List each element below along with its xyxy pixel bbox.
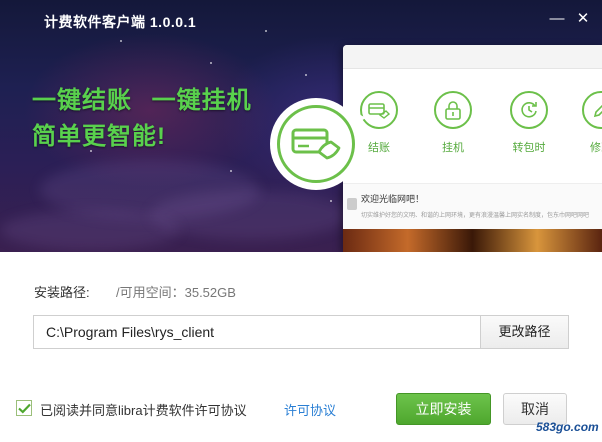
checkmark-icon bbox=[17, 403, 31, 414]
feature-switch-package: 转包时 bbox=[509, 91, 549, 155]
install-now-button[interactable]: 立即安装 bbox=[396, 393, 491, 425]
welcome-bar: 欢迎光临网吧！ 切实维护好您的文明、和谐的上网环境，更有浪漫温馨上网实名制度，包… bbox=[343, 183, 602, 229]
feature-label: 转包时 bbox=[512, 142, 546, 154]
site-watermark: 583go.com bbox=[536, 420, 599, 434]
window-title: 计费软件客户端 1.0.0.1 bbox=[44, 14, 197, 30]
feature-edit: 修改 bbox=[581, 91, 602, 155]
hero-banner: 计费软件客户端 1.0.0.1 — ✕ 一键结账 一键挂机 简单更智能! 结账 … bbox=[0, 0, 602, 252]
slogan-line1: 一键结账 一键挂机 bbox=[32, 87, 252, 114]
clock-refresh-icon bbox=[510, 91, 548, 129]
agree-checkbox[interactable] bbox=[16, 400, 32, 416]
client-preview: 结账 挂机 转包时 修改 欢迎光临网吧！ 切实维护好您的文明、和谐的上网环境，更… bbox=[343, 45, 602, 252]
feature-label: 结账 bbox=[368, 142, 390, 154]
change-path-button[interactable]: 更改路径 bbox=[480, 315, 569, 349]
license-agreement-link[interactable]: 许可协议 bbox=[284, 400, 336, 419]
agree-label[interactable]: 已阅读并同意libra计费软件许可协议 bbox=[40, 400, 247, 419]
welcome-title: 欢迎光临网吧！ bbox=[361, 194, 425, 204]
game-artwork bbox=[343, 229, 602, 252]
install-path-label: 安装路径: bbox=[34, 285, 90, 300]
card-payment-icon bbox=[289, 122, 343, 167]
feature-bubble bbox=[270, 98, 362, 190]
speaker-icon bbox=[347, 198, 357, 210]
lock-icon bbox=[434, 91, 472, 129]
free-space-label: /可用空间：35.52GB bbox=[116, 285, 236, 300]
minimize-button[interactable]: — bbox=[548, 10, 566, 28]
edit-icon bbox=[582, 91, 602, 129]
welcome-subtitle: 切实维护好您的文明、和谐的上网环境，更有浪漫温馨上网实名制度，包东巾网吧网吧 bbox=[361, 213, 590, 219]
slogan-line2: 简单更智能! bbox=[32, 123, 166, 150]
feature-lock: 挂机 bbox=[433, 91, 473, 155]
feature-label: 修改 bbox=[590, 142, 602, 154]
close-button[interactable]: ✕ bbox=[574, 10, 592, 28]
feature-label: 挂机 bbox=[442, 142, 464, 154]
preview-titlebar bbox=[343, 45, 602, 69]
install-path-input[interactable] bbox=[33, 315, 480, 349]
